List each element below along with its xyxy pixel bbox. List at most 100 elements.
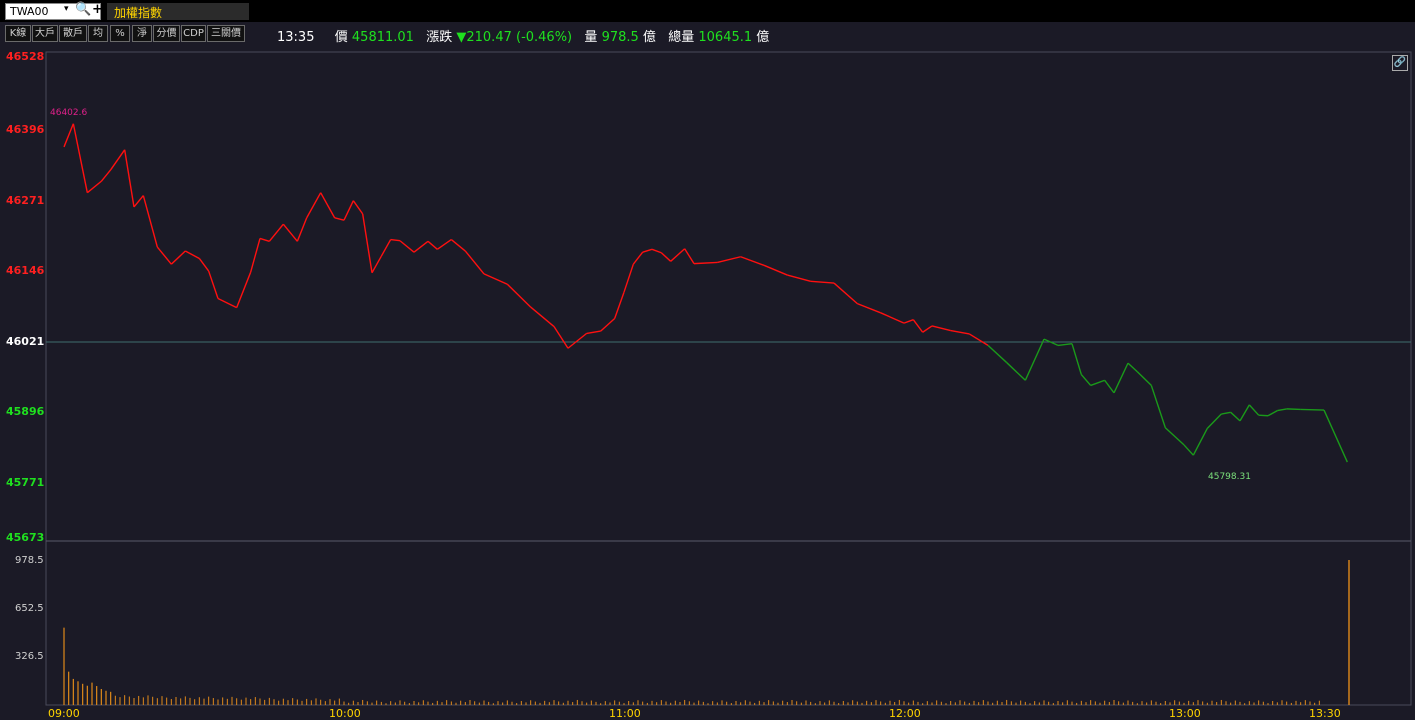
price-line-segment [1248, 404, 1260, 416]
price-line-segment [833, 282, 858, 305]
y-tick-label: 45771 [6, 476, 45, 489]
x-tick-label: 10:00 [329, 707, 361, 720]
price-line-segment [399, 240, 415, 253]
price-line-segment [1080, 374, 1092, 386]
price-line-segment [1192, 428, 1208, 456]
price-line-segment [1024, 338, 1045, 381]
price-line-segment [343, 200, 354, 221]
price-line-segment [787, 274, 811, 283]
price-line-segment [320, 192, 336, 219]
price-line-segment [1150, 385, 1166, 428]
price-line-segment [1006, 362, 1026, 381]
price-line-segment [642, 248, 653, 253]
price-line-segment [670, 248, 686, 262]
price-line-segment [1221, 411, 1231, 415]
price-line-segment [427, 240, 438, 250]
y-tick-label: 46528 [6, 50, 45, 63]
price-line-segment [268, 223, 284, 242]
price-line-segment [922, 325, 933, 333]
price-line-segment [810, 280, 835, 284]
price-line-segment [763, 264, 788, 276]
price-line-segment [1183, 444, 1194, 456]
price-line-segment [464, 250, 485, 275]
intraday-chart [45, 51, 1412, 706]
link-icon[interactable]: 🔗 [1392, 55, 1408, 71]
y-tick-label: 45673 [6, 531, 45, 544]
price-line-segment [600, 317, 616, 332]
price-line-segment [63, 123, 74, 148]
price-line-segment [450, 239, 466, 252]
price-line-segment [1258, 414, 1269, 417]
x-tick-label: 11:00 [609, 707, 641, 720]
price-line-segment [506, 283, 532, 308]
x-tick-label: 13:30 [1309, 707, 1341, 720]
price-line-segment [296, 217, 308, 242]
price-line-segment [334, 217, 345, 221]
price-line-segment [1239, 404, 1250, 422]
price-line-segment [352, 200, 364, 215]
price-line-segment [1300, 408, 1325, 411]
price-line-segment [170, 250, 186, 265]
price-line-segment [306, 192, 322, 219]
plot-frame [45, 51, 1412, 706]
price-line-segment [380, 239, 392, 257]
price-line-segment [1113, 362, 1129, 394]
price-line-segment [1127, 362, 1138, 373]
y-tick-label: 46271 [6, 194, 45, 207]
price-line-segment [1286, 408, 1301, 411]
price-line-segment [282, 223, 298, 242]
price-line-segment [987, 344, 1008, 364]
price-line-segment [123, 149, 135, 208]
price-line-segment [1090, 379, 1105, 387]
price-line-segment [361, 213, 373, 273]
price-line-segment [567, 332, 588, 349]
price-line-segment [968, 333, 989, 346]
price-line-segment [483, 273, 508, 285]
price-line-segment [632, 251, 644, 265]
price-line-segment [390, 238, 401, 242]
price-line-segment [651, 248, 662, 254]
price-line-segment [142, 195, 159, 248]
low-annotation: 45798.31 [1208, 472, 1251, 482]
y-tick-label: 45896 [6, 405, 45, 418]
price-line-segment [880, 312, 905, 324]
price-line-segment [684, 248, 695, 264]
price-line-segment [259, 237, 270, 242]
price-line-segment [413, 240, 429, 253]
price-line-segment [72, 123, 89, 193]
price-line-segment [553, 326, 569, 349]
price-line-segment [740, 256, 765, 266]
price-line-segment [110, 149, 126, 171]
price-line-segment [100, 169, 112, 182]
high-annotation: 46402.6 [50, 108, 88, 118]
price-line-segment [208, 270, 219, 299]
price-line-segment [931, 325, 951, 332]
volume-tick-label: 326.5 [15, 651, 44, 662]
volume-tick-label: 978.5 [15, 555, 44, 566]
price-line-segment [1104, 379, 1115, 394]
price-line-segment [436, 239, 452, 250]
price-line-segment [249, 238, 261, 273]
price-line-segment [1057, 342, 1073, 347]
price-line-segment [1164, 427, 1185, 446]
price-line-segment [1323, 409, 1348, 463]
price-line-segment [1230, 411, 1241, 422]
price-line-segment [236, 271, 252, 308]
price-line-segment [1206, 413, 1222, 429]
price-line-segment [185, 250, 200, 260]
y-tick-label-reference: 46021 [6, 335, 45, 348]
price-line-segment [1267, 409, 1278, 417]
price-line-segment [614, 291, 625, 319]
price-line-segment [586, 330, 601, 335]
price-line-segment [217, 297, 237, 309]
price-line-segment [950, 329, 970, 335]
y-tick-label: 46396 [6, 123, 45, 136]
price-line-segment [1277, 408, 1287, 412]
price-line-segment [623, 263, 634, 293]
price-line-segment [156, 246, 172, 265]
price-line-segment [198, 258, 210, 272]
price-line-segment [371, 255, 382, 274]
price-line-segment [717, 256, 741, 264]
price-line-segment [912, 319, 924, 333]
price-line-segment [660, 252, 672, 262]
